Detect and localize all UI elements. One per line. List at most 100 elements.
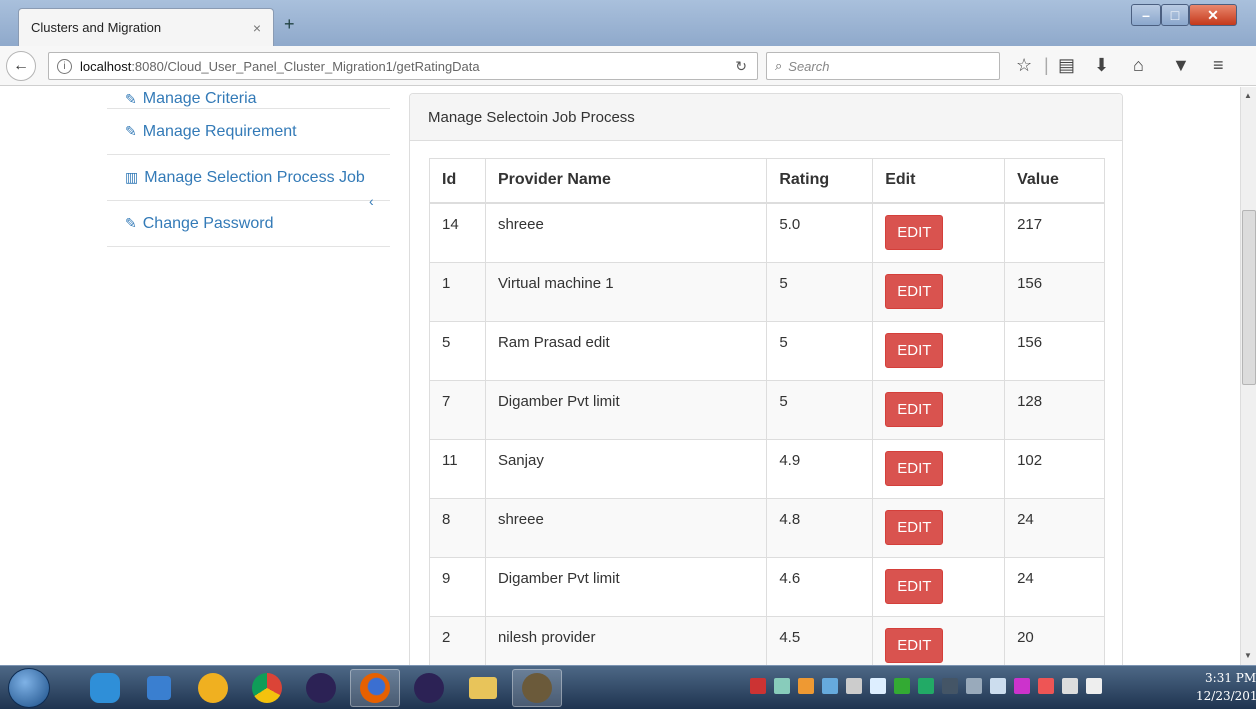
tab-close-icon[interactable]: × — [253, 20, 261, 36]
table-row: 1 Virtual machine 1 5 EDIT 156 — [429, 261, 1105, 322]
bookmark-star-icon[interactable]: ☆ — [1016, 55, 1032, 76]
cell-edit: EDIT — [872, 379, 1006, 440]
action-center-flag-icon[interactable] — [1038, 678, 1054, 694]
bar-chart-icon: ▥ — [125, 169, 139, 185]
tray-icon[interactable] — [894, 678, 910, 694]
edit-button[interactable]: EDIT — [885, 509, 944, 545]
sidebar-collapse-icon[interactable]: ‹ — [369, 193, 374, 209]
scroll-thumb[interactable] — [1242, 210, 1256, 385]
network-icon[interactable] — [966, 678, 982, 694]
java-ee-taskbar-icon[interactable] — [512, 669, 562, 707]
tray-icon[interactable] — [846, 678, 862, 694]
clock-time: 3:31 PM — [1205, 671, 1256, 685]
system-tray — [750, 678, 1102, 694]
search-placeholder: Search — [788, 58, 830, 74]
downloads-icon[interactable]: ⬇ — [1094, 55, 1109, 76]
battery-icon[interactable] — [1062, 678, 1078, 694]
pocket-icon[interactable]: ▼ — [1172, 55, 1190, 76]
search-input[interactable]: ⌕ Search — [766, 52, 1000, 80]
table-header-row: Id Provider Name Rating Edit Value — [429, 158, 1105, 204]
volume-icon[interactable] — [1086, 678, 1102, 694]
ie-taskbar-icon[interactable] — [80, 669, 130, 707]
sidebar-item-change-password[interactable]: ✎ Change Password — [107, 201, 390, 247]
sidebar-item-requirement[interactable]: ✎ Manage Requirement — [107, 109, 390, 155]
cell-value: 102 — [1004, 438, 1105, 499]
edit-button[interactable]: EDIT — [885, 627, 944, 663]
cell-value: 20 — [1004, 615, 1105, 665]
tray-icon[interactable] — [822, 678, 838, 694]
tray-icon[interactable] — [1014, 678, 1030, 694]
eclipse-taskbar-icon[interactable] — [296, 669, 346, 707]
edit-button[interactable]: EDIT — [885, 273, 944, 309]
reload-icon[interactable]: ↻ — [735, 58, 747, 75]
cell-rating: 5.0 — [766, 202, 874, 263]
sidebar: ✎ Manage Criteria ✎ Manage Requirement ▥… — [107, 87, 390, 247]
minimize-button[interactable]: – — [1131, 4, 1161, 26]
sidebar-item-label: Manage Selection Process Job — [144, 168, 365, 186]
table-row: 8 shreee 4.8 EDIT 24 — [429, 497, 1105, 558]
clock-date: 12/23/2016 — [1196, 689, 1256, 703]
cell-rating: 5 — [766, 379, 874, 440]
cell-edit: EDIT — [872, 320, 1006, 381]
edit-icon: ✎ — [125, 215, 137, 231]
edit-button[interactable]: EDIT — [885, 450, 944, 486]
edit-button[interactable]: EDIT — [885, 391, 944, 427]
start-button[interactable] — [8, 668, 50, 708]
tray-icon[interactable] — [942, 678, 958, 694]
bluetooth-icon[interactable] — [870, 678, 886, 694]
tray-icon[interactable] — [774, 678, 790, 694]
cell-edit: EDIT — [872, 556, 1006, 617]
tray-icon[interactable] — [750, 678, 766, 694]
cell-id: 5 — [429, 320, 486, 381]
table-row: 9 Digamber Pvt limit 4.6 EDIT 24 — [429, 556, 1105, 617]
sidebar-item-criteria[interactable]: ✎ Manage Criteria — [107, 87, 390, 109]
explorer-taskbar-icon[interactable] — [458, 669, 508, 707]
close-window-button[interactable]: ✕ — [1189, 4, 1237, 26]
cell-id: 9 — [429, 556, 486, 617]
page-scrollbar[interactable]: ▲ ▼ — [1240, 87, 1256, 665]
menu-hamburger-icon[interactable]: ≡ — [1213, 55, 1224, 76]
scroll-up-icon[interactable]: ▲ — [1244, 91, 1252, 100]
sidebar-item-label: Change Password — [142, 214, 274, 232]
edit-button[interactable]: EDIT — [885, 332, 944, 368]
bookmarks-menu-icon[interactable]: ▤ — [1058, 55, 1075, 76]
cell-provider-name: Digamber Pvt limit — [484, 379, 768, 440]
page-content: ✎ Manage Criteria ✎ Manage Requirement ▥… — [0, 87, 1240, 665]
cell-edit: EDIT — [872, 497, 1006, 558]
cell-value: 217 — [1004, 202, 1105, 263]
column-header-value: Value — [1004, 158, 1105, 204]
scroll-down-icon[interactable]: ▼ — [1244, 651, 1252, 660]
home-icon[interactable]: ⌂ — [1133, 55, 1144, 76]
chrome-taskbar-icon[interactable] — [242, 669, 292, 707]
firefox-taskbar-icon[interactable] — [350, 669, 400, 707]
cell-provider-name: Digamber Pvt limit — [484, 556, 768, 617]
address-bar[interactable]: i localhost:8080/Cloud_User_Panel_Cluste… — [48, 52, 758, 80]
signal-icon[interactable] — [990, 678, 1006, 694]
app-taskbar-icon[interactable] — [188, 669, 238, 707]
new-tab-button[interactable]: + — [284, 14, 295, 35]
tray-icon[interactable] — [798, 678, 814, 694]
edit-button[interactable]: EDIT — [885, 568, 944, 604]
table-row: 5 Ram Prasad edit 5 EDIT 156 — [429, 320, 1105, 381]
tray-icon[interactable] — [918, 678, 934, 694]
browser-tab[interactable]: Clusters and Migration × — [18, 8, 274, 46]
system-clock[interactable]: 3:31 PM 12/23/2016 — [1196, 669, 1256, 705]
cell-value: 24 — [1004, 556, 1105, 617]
media-taskbar-icon[interactable] — [134, 669, 184, 707]
sidebar-item-label: Manage Criteria — [142, 90, 257, 107]
eclipse-ide-taskbar-icon[interactable] — [404, 669, 454, 707]
cell-rating: 4.5 — [766, 615, 874, 665]
edit-button[interactable]: EDIT — [885, 214, 944, 250]
table-row: 2 nilesh provider 4.5 EDIT 20 — [429, 615, 1105, 665]
search-icon: ⌕ — [775, 58, 783, 73]
table-row: 7 Digamber Pvt limit 5 EDIT 128 — [429, 379, 1105, 440]
back-button[interactable]: ← — [6, 51, 36, 81]
browser-toolbar: ← i localhost:8080/Cloud_User_Panel_Clus… — [0, 46, 1256, 86]
site-info-icon[interactable]: i — [57, 58, 72, 74]
cell-value: 24 — [1004, 497, 1105, 558]
panel-heading: Manage Selectoin Job Process — [410, 94, 1122, 141]
sidebar-item-selection-process[interactable]: ▥ Manage Selection Process Job — [107, 155, 390, 201]
maximize-button[interactable]: □ — [1161, 4, 1189, 26]
job-process-panel: Manage Selectoin Job Process Id Provider… — [409, 93, 1123, 665]
toolbar-separator: | — [1044, 55, 1049, 75]
